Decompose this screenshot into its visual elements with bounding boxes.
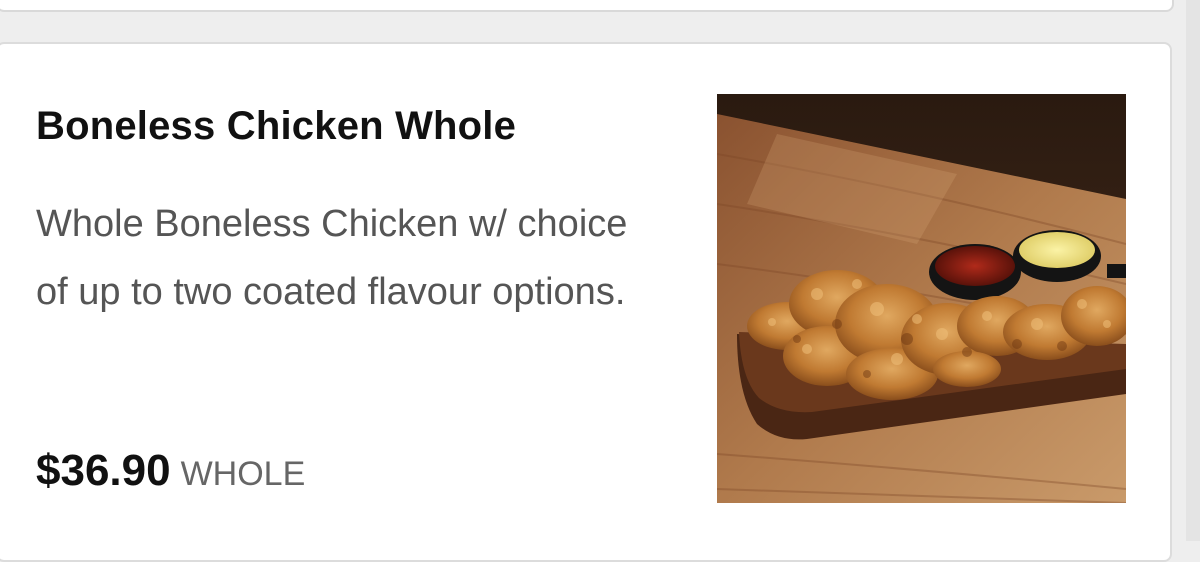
item-description: Whole Boneless Chicken w/ choice of up t…: [36, 203, 628, 313]
scroll-edge: [1186, 0, 1200, 541]
item-title: Boneless Chicken Whole: [36, 104, 517, 148]
previous-menu-card[interactable]: [0, 0, 1174, 12]
price-unit: WHOLE: [180, 455, 306, 493]
fried-chicken-photo: [717, 94, 1126, 503]
food-image[interactable]: [717, 94, 1126, 503]
item-price: $36.90: [36, 446, 171, 495]
price-row: $36.90 WHOLE: [36, 446, 305, 496]
